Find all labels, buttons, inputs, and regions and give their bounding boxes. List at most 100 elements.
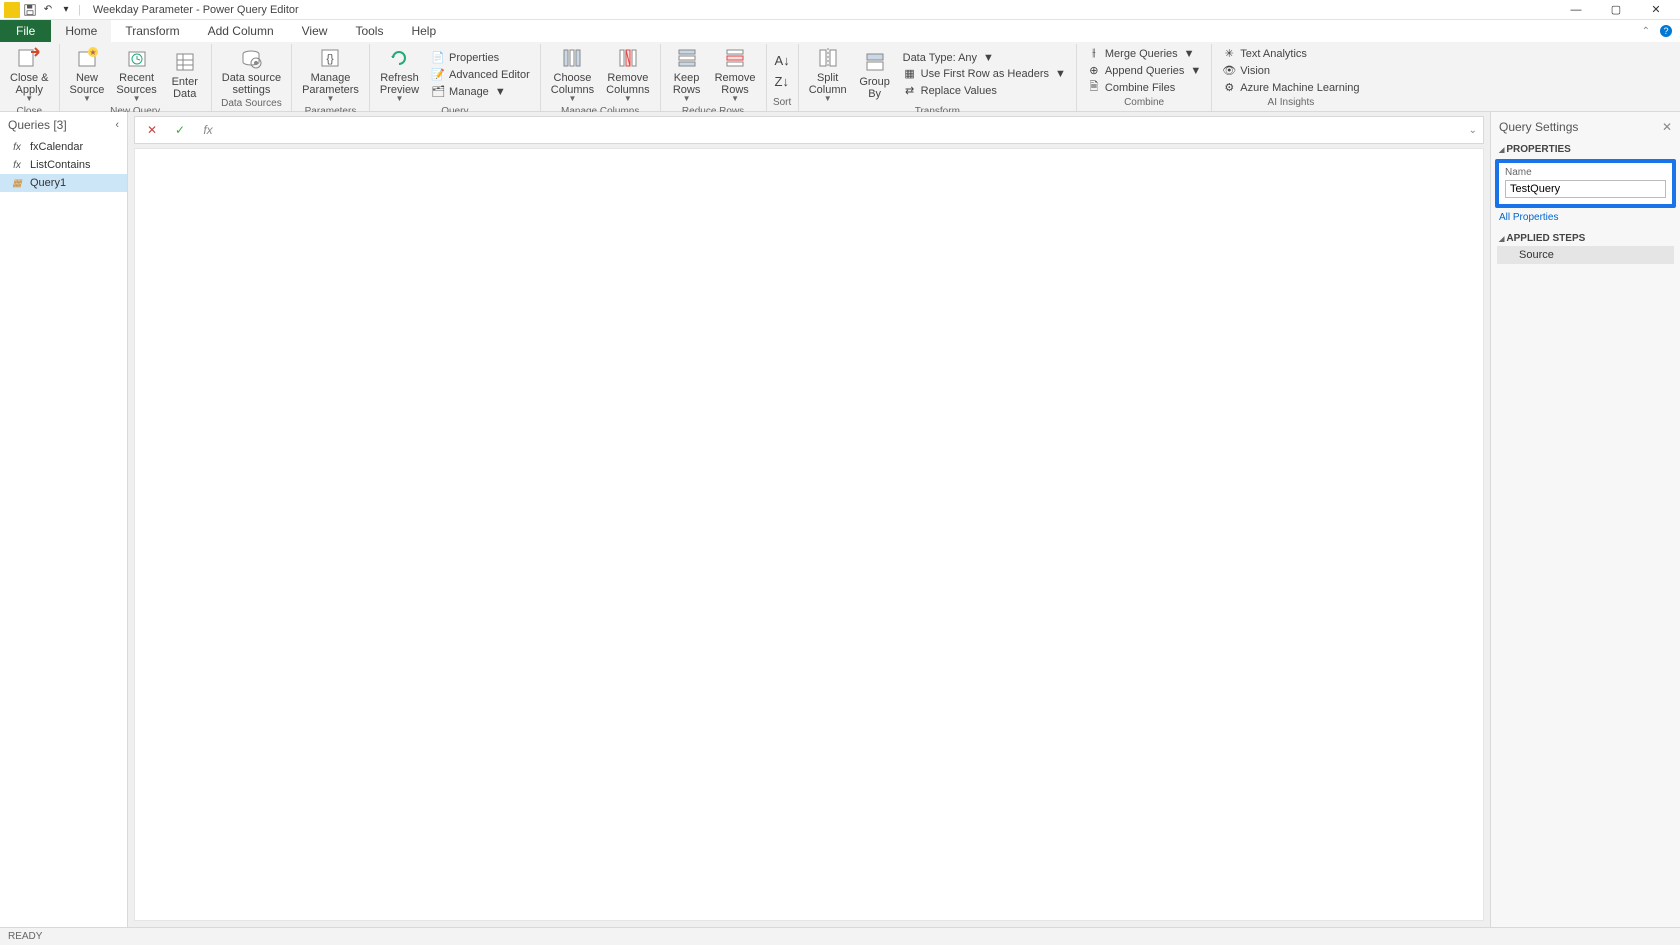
text-analytics-icon: ✳ xyxy=(1222,47,1236,61)
ribbon-collapse-icon[interactable]: ⌃ xyxy=(1642,26,1650,37)
close-apply-icon xyxy=(17,46,41,70)
svg-text:{}: {} xyxy=(327,53,335,65)
enter-data-button[interactable]: Enter Data xyxy=(165,48,205,102)
first-row-headers-button[interactable]: ▦Use First Row as Headers▼ xyxy=(899,66,1070,82)
help-icon[interactable]: ? xyxy=(1660,25,1672,37)
merge-queries-button[interactable]: ⫲Merge Queries▼ xyxy=(1083,46,1205,62)
group-label: AI Insights xyxy=(1218,97,1363,109)
commit-formula-icon[interactable]: ✓ xyxy=(169,119,191,141)
group-label: Combine xyxy=(1083,97,1205,109)
choose-columns-icon xyxy=(560,46,584,70)
undo-icon[interactable]: ↶ xyxy=(40,2,56,18)
queries-pane: Queries [3] ‹ fx fxCalendar fx ListConta… xyxy=(0,112,128,927)
redo-icon[interactable]: ▾ xyxy=(58,2,74,18)
table-icon: ▦ xyxy=(10,177,24,189)
ribbon-group-manage-columns: Choose Columns▼ Remove Columns▼ Manage C… xyxy=(541,44,661,111)
text-analytics-button[interactable]: ✳Text Analytics xyxy=(1218,46,1363,62)
query-name-input[interactable] xyxy=(1505,180,1666,198)
quick-access-toolbar: ↶ ▾ xyxy=(4,2,74,18)
tab-add-column[interactable]: Add Column xyxy=(194,20,288,42)
all-properties-link[interactable]: All Properties xyxy=(1491,210,1680,231)
ribbon-group-ai-insights: ✳Text Analytics 👁Vision ⚙Azure Machine L… xyxy=(1212,44,1369,111)
close-and-apply-button[interactable]: Close & Apply ▼ xyxy=(6,44,53,106)
azure-ml-icon: ⚙ xyxy=(1222,81,1236,95)
save-icon[interactable] xyxy=(22,2,38,18)
keep-rows-icon xyxy=(675,46,699,70)
properties-button[interactable]: 📄Properties xyxy=(427,50,534,66)
fx-icon[interactable]: fx xyxy=(197,119,219,141)
applied-steps-title[interactable]: APPLIED STEPS xyxy=(1491,231,1680,246)
keep-rows-button[interactable]: Keep Rows▼ xyxy=(667,44,707,106)
formula-input[interactable] xyxy=(225,123,1463,137)
status-bar: READY xyxy=(0,927,1680,945)
recent-sources-button[interactable]: Recent Sources▼ xyxy=(112,44,160,106)
tab-help[interactable]: Help xyxy=(397,20,450,42)
maximize-button[interactable]: ▢ xyxy=(1596,0,1636,20)
sort-desc-button[interactable]: Z↓ xyxy=(773,72,792,91)
tab-transform[interactable]: Transform xyxy=(111,20,193,42)
data-source-settings-button[interactable]: Data source settings xyxy=(218,44,285,98)
append-queries-button[interactable]: ⊕Append Queries▼ xyxy=(1083,63,1205,79)
cancel-formula-icon[interactable]: ✕ xyxy=(141,119,163,141)
ribbon-group-close: Close & Apply ▼ Close xyxy=(0,44,60,111)
tab-view[interactable]: View xyxy=(288,20,342,42)
group-label: Sort xyxy=(773,97,792,109)
recent-sources-icon xyxy=(125,46,149,70)
refresh-icon xyxy=(387,46,411,70)
sort-asc-button[interactable]: A↓ xyxy=(773,51,792,70)
window-controls: — ▢ ✕ xyxy=(1556,0,1676,20)
new-source-button[interactable]: ★ New Source▼ xyxy=(66,44,109,106)
remove-columns-button[interactable]: Remove Columns▼ xyxy=(602,44,653,106)
ribbon-group-parameters: {} Manage Parameters▼ Parameters xyxy=(292,44,370,111)
expand-formula-icon[interactable]: ⌄ xyxy=(1469,125,1477,136)
ribbon: Close & Apply ▼ Close ★ New Source▼ Rece… xyxy=(0,42,1680,112)
query-label: Query1 xyxy=(30,177,66,189)
vision-button[interactable]: 👁Vision xyxy=(1218,63,1363,79)
replace-values-button[interactable]: ⇄Replace Values xyxy=(899,83,1070,99)
remove-rows-icon xyxy=(723,46,747,70)
refresh-preview-button[interactable]: Refresh Preview▼ xyxy=(376,44,423,106)
merge-icon: ⫲ xyxy=(1087,47,1101,61)
ribbon-group-query: Refresh Preview▼ 📄Properties 📝Advanced E… xyxy=(370,44,541,111)
step-item-source[interactable]: Source xyxy=(1497,246,1674,264)
new-source-icon: ★ xyxy=(75,46,99,70)
group-by-button[interactable]: Group By xyxy=(855,48,895,102)
name-label: Name xyxy=(1505,167,1666,178)
window-title: Weekday Parameter - Power Query Editor xyxy=(93,4,299,16)
queries-title: Queries [3] xyxy=(8,118,67,132)
query-item-fxcalendar[interactable]: fx fxCalendar xyxy=(0,138,127,156)
remove-rows-button[interactable]: Remove Rows▼ xyxy=(711,44,760,106)
enter-data-icon xyxy=(173,50,197,74)
close-pane-icon[interactable]: ✕ xyxy=(1662,120,1672,134)
azure-ml-button[interactable]: ⚙Azure Machine Learning xyxy=(1218,80,1363,96)
parameters-icon: {} xyxy=(318,46,342,70)
ribbon-group-reduce-rows: Keep Rows▼ Remove Rows▼ Reduce Rows xyxy=(661,44,767,111)
sort-asc-icon: A↓ xyxy=(775,53,790,68)
combine-files-button[interactable]: 🗎Combine Files xyxy=(1083,80,1205,96)
properties-section-title[interactable]: PROPERTIES xyxy=(1491,142,1680,157)
query-item-listcontains[interactable]: fx ListContains xyxy=(0,156,127,174)
function-icon: fx xyxy=(10,141,24,153)
manage-button[interactable]: 🗂Manage▼ xyxy=(427,84,534,100)
advanced-editor-button[interactable]: 📝Advanced Editor xyxy=(427,67,534,83)
center-pane: ✕ ✓ fx ⌄ xyxy=(128,112,1490,927)
manage-parameters-button[interactable]: {} Manage Parameters▼ xyxy=(298,44,363,106)
append-icon: ⊕ xyxy=(1087,64,1101,78)
split-column-button[interactable]: Split Column▼ xyxy=(805,44,851,106)
group-by-icon xyxy=(863,50,887,74)
tab-tools[interactable]: Tools xyxy=(341,20,397,42)
query-item-query1[interactable]: ▦ Query1 xyxy=(0,174,127,192)
tab-file[interactable]: File xyxy=(0,20,51,42)
tab-home[interactable]: Home xyxy=(51,20,111,42)
query-settings-pane: Query Settings ✕ PROPERTIES Name All Pro… xyxy=(1490,112,1680,927)
applied-steps-list: Source xyxy=(1491,246,1680,264)
headers-icon: ▦ xyxy=(903,67,917,81)
collapse-pane-icon[interactable]: ‹ xyxy=(115,119,119,131)
svg-text:★: ★ xyxy=(89,48,96,57)
close-button[interactable]: ✕ xyxy=(1636,0,1676,20)
minimize-button[interactable]: — xyxy=(1556,0,1596,20)
queries-header: Queries [3] ‹ xyxy=(0,112,127,138)
choose-columns-button[interactable]: Choose Columns▼ xyxy=(547,44,598,106)
data-type-button[interactable]: Data Type: Any▼ xyxy=(899,51,1070,65)
query-label: ListContains xyxy=(30,159,91,171)
